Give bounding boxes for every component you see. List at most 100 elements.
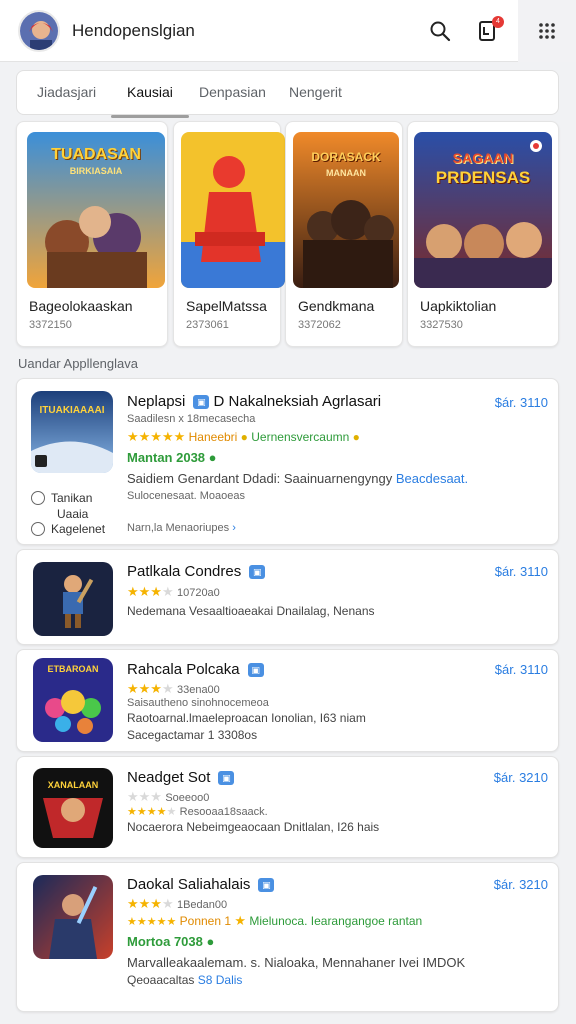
rating-row: ★★★★ 10720a0: [127, 584, 220, 599]
tab-kausiai[interactable]: Kausiai: [111, 71, 189, 118]
featured-card[interactable]: DORASACK MANAAN Gendkmana 3372062: [285, 121, 403, 347]
more-link[interactable]: Narn,la Menaoriupes ›: [127, 522, 236, 534]
list-item[interactable]: XANALAAN Neadget Sot ▣ $ár. 3210 ★★★ Soee…: [16, 756, 559, 858]
featured-art-title: DORASACK: [311, 150, 381, 164]
list-item[interactable]: Patlkala Condres ▣ $ár. 3110 ★★★★ 10720a0…: [16, 549, 559, 645]
app-thumbnail: ETBAROAN: [33, 658, 113, 742]
settings-icon: [31, 522, 45, 536]
featured-card[interactable]: SAGAAN PRDENSAS Uapkiktolian 3327530: [407, 121, 559, 347]
featured-artwork: SAGAAN PRDENSAS: [414, 132, 552, 288]
search-icon: [430, 21, 451, 42]
app-thumbnail: ITUAKIAAAAI: [31, 391, 113, 473]
list-item[interactable]: ETBAROAN Rahcala Polcaka ▣ $ár. 3110 ★★★★…: [16, 649, 559, 752]
version-label: Mortoa 7038 ●: [127, 934, 215, 949]
search-button[interactable]: [416, 7, 464, 55]
app-bar: Hendopenslgian 4: [0, 0, 576, 62]
tab-jiadasjari[interactable]: Jiadasjari: [37, 71, 96, 116]
side-stat: Uaaia: [57, 507, 89, 521]
tab-nengerit[interactable]: Nengerit: [289, 71, 342, 116]
star-rating-icon: ★★★★: [127, 681, 174, 696]
featured-art-title: TUADASAN: [51, 146, 141, 163]
app-name[interactable]: Neplapsi ▣ D Nakalneksiah Agrlasari: [127, 393, 381, 410]
list-item[interactable]: Daokal Saliahalais ▣ $ár. 3210 ★★★★ 1Beda…: [16, 862, 559, 1012]
star-rating-icon: ★★★★: [127, 896, 174, 911]
featured-count: 2373061: [186, 319, 229, 331]
sub-link[interactable]: S8 Dalis: [198, 973, 243, 987]
price-label: $ár. 3110: [494, 662, 548, 677]
rating-row: ★★★★★ Resooaa18saack.: [127, 806, 268, 818]
app-logo-avatar[interactable]: [18, 9, 60, 52]
featured-count: 3372062: [298, 319, 341, 331]
notification-button[interactable]: 4: [464, 7, 512, 55]
description-link[interactable]: Beacdesaat.: [396, 471, 468, 486]
side-stat: Tanikan: [31, 491, 92, 505]
featured-name: Bageolokaaskan: [29, 298, 133, 314]
rating-row: ★★★★ 1Bedan00: [127, 896, 228, 911]
thumbnail-title: ETBAROAN: [47, 664, 99, 674]
description-text: Saidiem Genardant Ddadi: Saainuarnengyng…: [127, 471, 469, 486]
side-stat: Kagelenet: [31, 522, 105, 536]
app-name[interactable]: Daokal Saliahalais ▣: [127, 876, 275, 893]
rating-row: ★★★ Soeeoo0: [127, 789, 210, 804]
featured-card[interactable]: SapelMatssa 2373061: [173, 121, 285, 347]
info-icon: [31, 491, 45, 505]
description-text: Nedemana Vesaaltioaeakai Dnailalag, Nena…: [127, 604, 375, 618]
featured-art-subtitle: PRDENSAS: [435, 168, 531, 187]
featured-name: Gendkmana: [298, 298, 375, 314]
star-rating-icon: ★★★: [127, 789, 162, 804]
verified-icon: ▣: [249, 565, 266, 580]
list-item[interactable]: ITUAKIAAAAI Tanikan Uaaia Kagelenet Nepl…: [16, 378, 559, 545]
featured-name: Uapkiktolian: [420, 298, 497, 314]
rating-row: ★★★★★ Ponnen 1 ★ Mielunoca. Iearangangoe…: [127, 913, 423, 928]
sub-text: Sulocenesaat. Moaoeas: [127, 490, 246, 502]
star-rating-icon: ★★★★★: [127, 916, 177, 928]
featured-carousel: TUADASAN BIRKIASAIA Bageolokaaskan 33721…: [16, 121, 559, 347]
category-tabs: Jiadasjari Kausiai Denpasian Nengerit: [16, 70, 559, 118]
app-thumbnail: [33, 875, 113, 959]
sub-text: Saisautheno sinohnocemeoa: [127, 697, 269, 709]
verified-icon: ▣: [218, 771, 235, 786]
tab-denpasian[interactable]: Denpasian: [199, 71, 266, 116]
description-text: Raotoarnal.lmaeleproacan Ionolian, I63 n…: [127, 711, 366, 725]
featured-count: 3327530: [420, 319, 463, 331]
price-label: $ár. 3110: [494, 564, 548, 579]
notification-badge: 4: [492, 16, 504, 28]
featured-art-subtitle: MANAAN: [326, 168, 366, 178]
star-rating-icon: ★★★★★: [127, 806, 177, 818]
rating-row: ★★★★★ Haneebri ● Uernensvercaumn ●: [127, 429, 360, 444]
verified-icon: ▣: [193, 395, 210, 410]
verified-icon: ▣: [247, 663, 264, 678]
app-thumbnail: [33, 562, 113, 636]
featured-name: SapelMatssa: [186, 298, 267, 314]
featured-art-title: SAGAAN: [452, 150, 514, 166]
thumbnail-title: ITUAKIAAAAI: [39, 405, 105, 416]
thumbnail-title: XANALAAN: [47, 780, 99, 790]
app-name[interactable]: Patlkala Condres ▣: [127, 563, 266, 580]
star-rating-icon: ★★★★: [127, 584, 174, 599]
app-thumbnail: XANALAAN: [33, 768, 113, 848]
version-label: Mantan 2038 ●: [127, 450, 217, 465]
app-name-extra: D Nakalneksiah Agrlasari: [213, 393, 382, 410]
featured-artwork: [181, 132, 285, 288]
price-label: $ár. 3210: [493, 877, 548, 892]
featured-art-subtitle: BIRKIASAIA: [69, 166, 123, 176]
featured-count: 3372150: [29, 319, 72, 331]
app-name[interactable]: Rahcala Polcaka ▣: [127, 661, 264, 678]
star-rating-icon: ★★★★★: [127, 429, 186, 444]
price-label: $ár. 3110: [494, 395, 548, 410]
section-heading: Uandar Appllenglava: [18, 356, 138, 371]
description-text: Marvalleakaalemam. s. Nialoaka, Mennahan…: [127, 955, 466, 970]
verified-icon: ▣: [258, 878, 275, 893]
app-title: Hendopenslgian: [72, 20, 195, 40]
featured-card[interactable]: TUADASAN BIRKIASAIA Bageolokaaskan 33721…: [16, 121, 168, 347]
price-label: $ár. 3210: [493, 770, 548, 785]
grid-menu-button[interactable]: [518, 0, 576, 62]
featured-artwork: TUADASAN BIRKIASAIA: [27, 132, 165, 288]
app-name[interactable]: Neadget Sot ▣: [127, 769, 235, 786]
featured-artwork: DORASACK MANAAN: [293, 132, 399, 288]
sub-text: Sacegactamar 1 3308os: [127, 728, 258, 742]
meta-text: Saadilesn x 18mecasecha: [127, 413, 256, 425]
grid-menu-icon: [539, 23, 555, 39]
rating-row: ★★★★ 33ena00: [127, 681, 220, 696]
sub-text: Qeoaacaltas S8 Dalis: [127, 973, 243, 987]
